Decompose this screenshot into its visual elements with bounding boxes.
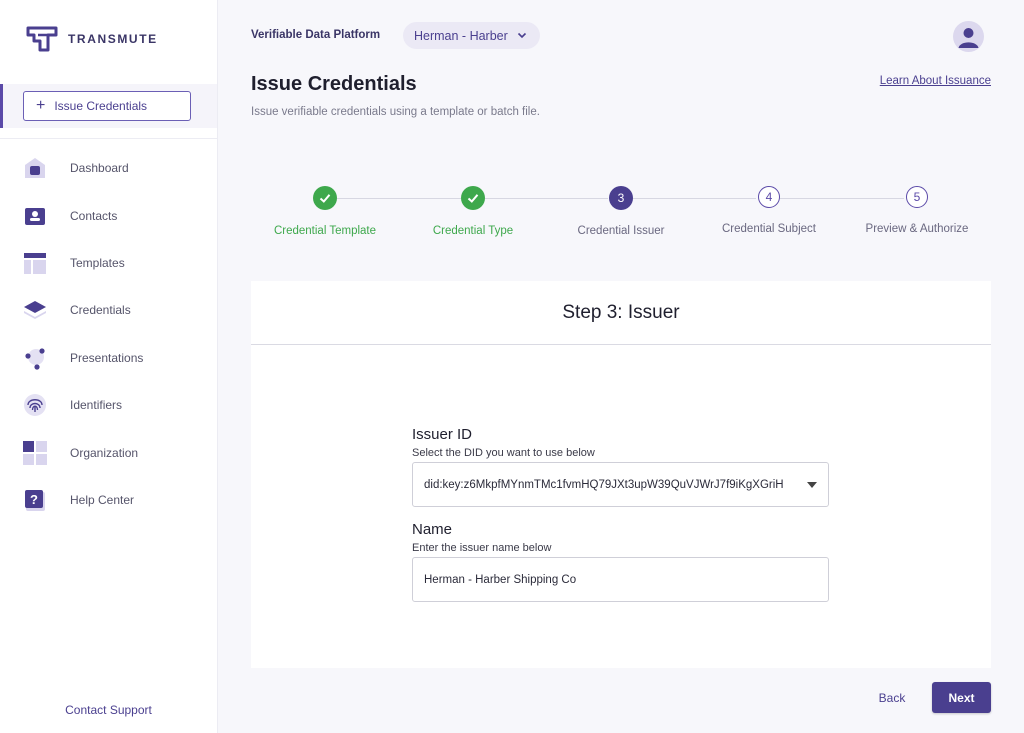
plus-icon: + [36,97,46,114]
sidebar-item-help-center[interactable]: ? Help Center [0,480,217,520]
platform-name: Verifiable Data Platform [251,29,381,41]
chevron-down-icon [517,32,527,39]
sidebar-item-label: Templates [70,256,125,270]
issuer-id-help: Select the DID you want to use below [412,447,595,459]
form-heading: Step 3: Issuer [251,281,991,345]
check-icon [461,186,485,210]
step-credential-issuer[interactable]: 3 Credential Issuer [546,185,696,237]
sidebar-item-credentials[interactable]: Credentials [0,290,217,330]
organization-select-value: Herman - Harber [414,28,508,43]
step-number: 3 [609,186,633,210]
back-button[interactable]: Back [866,683,918,713]
step-label: Credential Type [432,225,514,237]
issuer-name-input[interactable] [412,557,829,602]
sidebar-item-label: Credentials [70,303,131,317]
issue-credentials-nav: + Issue Credentials [0,84,217,128]
next-button[interactable]: Next [932,682,991,713]
sidebar-item-label: Dashboard [70,161,129,175]
issue-credentials-button[interactable]: + Issue Credentials [23,91,191,121]
user-avatar[interactable] [953,21,984,52]
layers-icon [22,297,48,323]
sidebar-item-label: Presentations [70,351,144,365]
step-number: 4 [758,186,780,208]
nodes-icon [22,345,48,371]
sidebar-item-label: Organization [70,446,139,460]
check-icon [313,186,337,210]
contact-card-icon [22,203,48,229]
home-icon [22,155,48,181]
step-label: Preview & Authorize [865,223,969,235]
issue-credentials-label: Issue Credentials [54,99,148,113]
sidebar-item-dashboard[interactable]: Dashboard [0,148,217,188]
svg-text:?: ? [30,492,38,507]
sidebar-item-label: Contacts [70,209,118,223]
progress-stepper: Credential Template Credential Type 3 Cr… [251,185,991,245]
sidebar-item-templates[interactable]: Templates [0,243,217,283]
issuer-id-label: Issuer ID [412,426,473,443]
page-subtitle: Issue verifiable credentials using a tem… [251,106,540,118]
issuer-id-value: did:key:z6MkpfMYnmTMc1fvmHQ79JXt3upW39Qu… [424,478,784,491]
transmute-logo-icon [26,26,58,52]
contact-support-link[interactable]: Contact Support [0,703,217,717]
sidebar-item-label: Identifiers [70,398,123,412]
brand-logo[interactable]: TRANSMUTE [26,26,158,52]
help-icon: ? [22,487,48,513]
name-help: Enter the issuer name below [412,542,552,554]
sidebar-item-identifiers[interactable]: Identifiers [0,385,217,425]
step-credential-type[interactable]: Credential Type [398,185,548,237]
template-icon [22,250,48,276]
step-credential-subject[interactable]: 4 Credential Subject [694,185,844,235]
brand-name: TRANSMUTE [68,32,158,46]
sidebar-divider [0,138,217,139]
issuer-id-select[interactable]: did:key:z6MkpfMYnmTMc1fvmHQ79JXt3upW39Qu… [412,462,829,507]
dropdown-arrow-icon [807,482,817,488]
user-icon [958,28,979,48]
issuer-form-card: Step 3: Issuer Issuer ID Select the DID … [251,281,991,668]
step-number: 5 [906,186,928,208]
page-title: Issue Credentials [251,73,417,95]
sidebar-item-presentations[interactable]: Presentations [0,338,217,378]
sidebar-item-contacts[interactable]: Contacts [0,196,217,236]
step-credential-template[interactable]: Credential Template [250,185,400,237]
sidebar-item-label: Help Center [70,493,135,507]
step-label: Credential Subject [722,223,816,235]
sidebar: TRANSMUTE + Issue Credentials Dashboard … [0,0,218,733]
name-label: Name [412,521,453,538]
learn-about-issuance-link[interactable]: Learn About Issuance [880,75,991,87]
sidebar-item-organization[interactable]: Organization [0,433,217,473]
grid-icon [22,440,48,466]
step-preview-authorize[interactable]: 5 Preview & Authorize [842,185,992,235]
step-label: Credential Issuer [577,225,665,237]
organization-select[interactable]: Herman - Harber [403,22,540,49]
fingerprint-icon [22,392,48,418]
step-label: Credential Template [273,225,377,237]
